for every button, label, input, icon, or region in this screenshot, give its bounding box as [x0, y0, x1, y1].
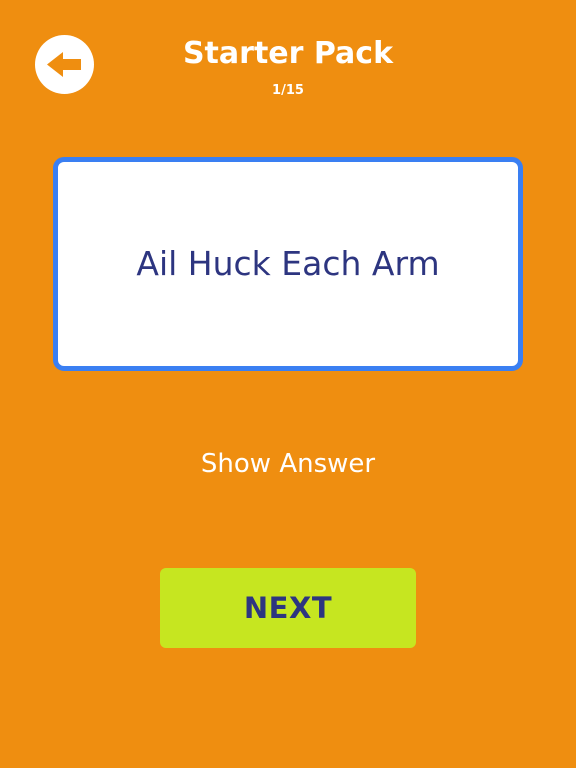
pack-title: Starter Pack [182, 36, 394, 71]
show-answer-link[interactable]: Show Answer [0, 446, 576, 482]
progress-counter: 1/15 [272, 83, 304, 98]
next-button[interactable]: NEXT [160, 568, 416, 648]
flashcard-text: Ail Huck Each Arm [136, 244, 440, 283]
flashcard: Ail Huck Each Arm [53, 157, 523, 371]
next-button-label: NEXT [243, 591, 333, 625]
